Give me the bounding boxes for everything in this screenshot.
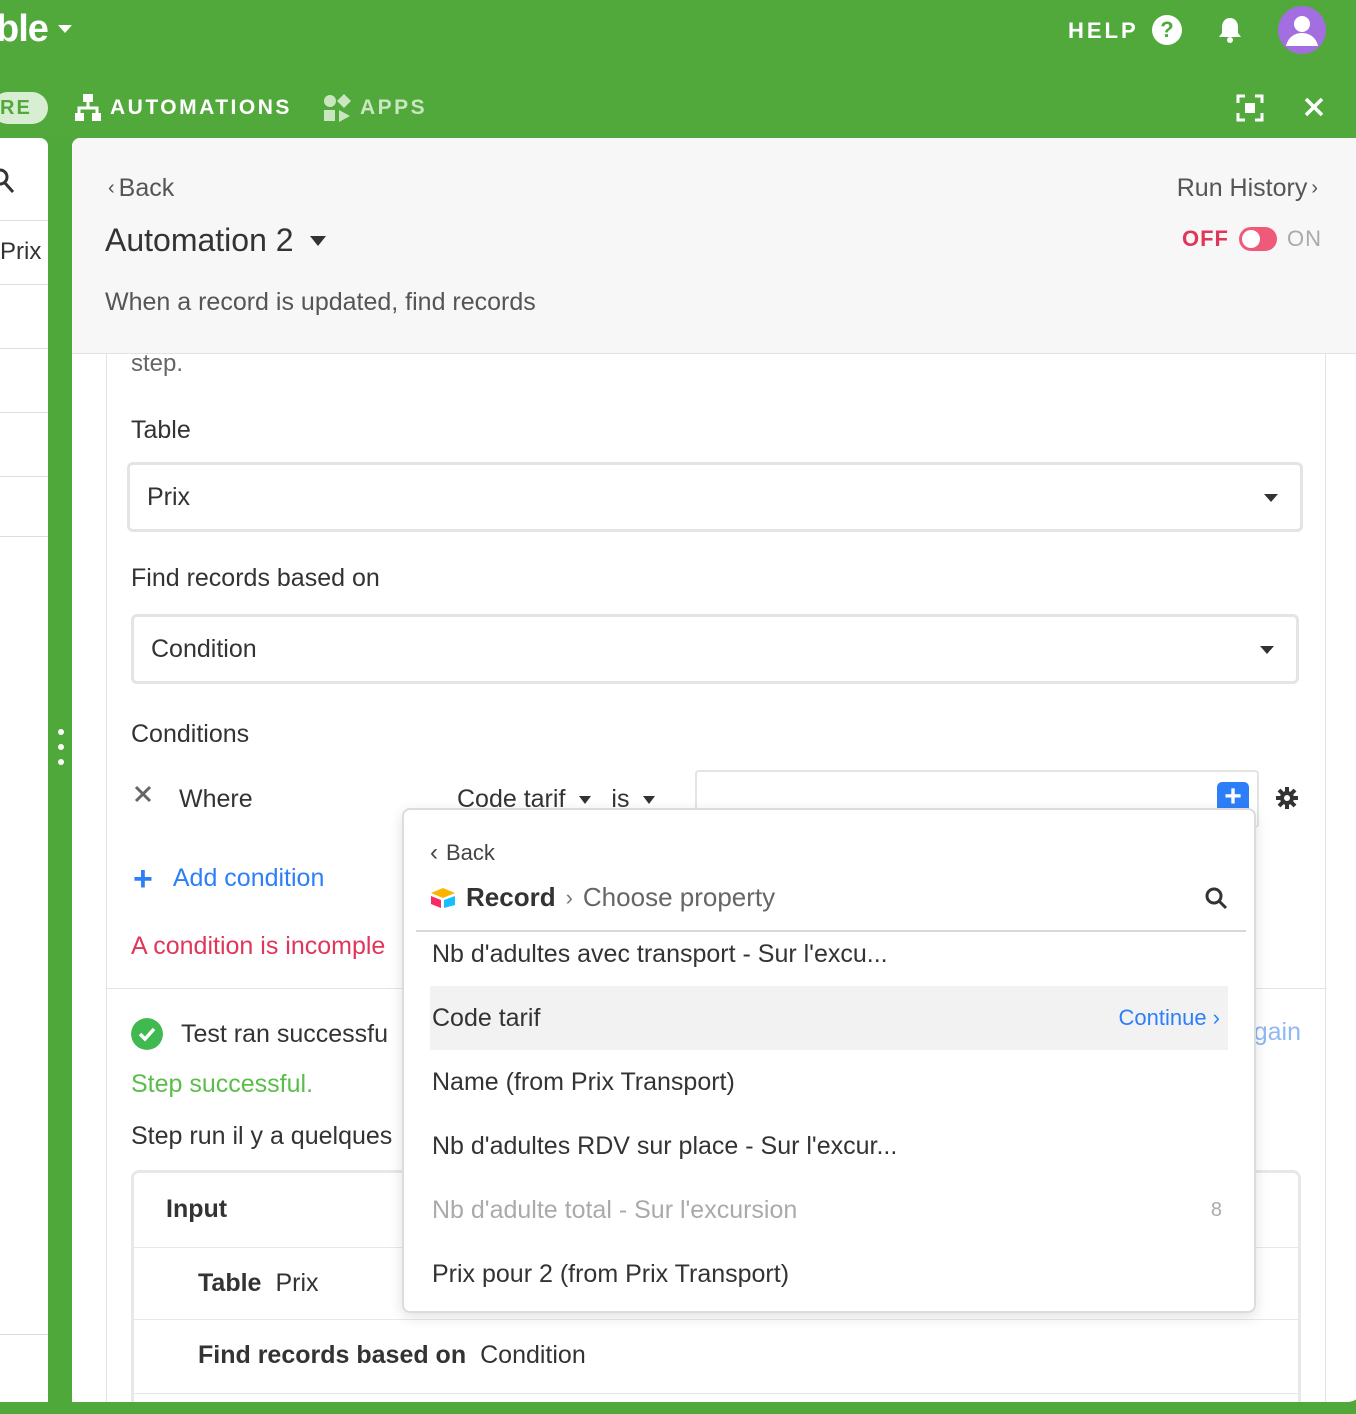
test-status-label: Test ran successfu [181,1019,389,1048]
chevron-left-icon: ‹ [108,177,115,199]
input-row-key: Table [198,1269,262,1297]
input-row-table: Table Prix [198,1269,319,1298]
condition-where-label: Where [179,785,253,813]
input-row-value: Condition [480,1341,586,1369]
top-bar: ble HELP ? RE AUTOMATIONS APPS [0,0,1356,138]
continue-button[interactable]: Continue › [1118,986,1220,1050]
property-option-label: Name (from Prix Transport) [432,1068,735,1096]
property-option-label: Code tarif [432,1004,541,1032]
resize-handle[interactable] [58,728,64,768]
back-label: Back [118,174,175,202]
incomplete-condition-error: A condition is incomple [131,932,386,960]
property-option-label: Nb d'adultes avec transport - Sur l'excu… [432,940,888,968]
chevron-down-icon [1260,646,1274,654]
automation-subtitle: When a record is updated, find records [105,288,536,316]
property-option-value: 8 [1210,1199,1222,1221]
step-description: step. [131,350,184,377]
popover-back-button[interactable]: ‹ Back [430,840,495,866]
search-icon[interactable] [0,168,16,194]
input-row-key: Find records based on [198,1341,467,1369]
table-label: Table [131,416,191,444]
add-condition-button[interactable]: + Add condition [133,859,325,898]
property-option[interactable]: Nb d'adultes avec transport - Sur l'excu… [430,922,1228,986]
breadcrumb-separator: › [565,884,573,910]
chevron-down-icon [643,795,656,804]
apps-icon [324,94,351,122]
check-circle-icon [131,1018,163,1050]
table-select-value: Prix [147,483,191,511]
run-history-button[interactable]: Run History › [1177,174,1318,203]
automation-toggle[interactable]: OFF ON [1182,226,1322,252]
left-panel: Prix [0,138,48,1402]
automation-title-label: Automation 2 [105,222,294,258]
breadcrumb-record: Record [466,882,556,912]
bell-icon[interactable] [1214,14,1246,46]
property-option-label: Prix pour 2 (from Prix Transport) [432,1260,790,1288]
input-row-find: Find records based on Condition [198,1341,586,1370]
back-button[interactable]: ‹ Back [108,174,174,203]
property-option-label: Nb d'adultes RDV sur place - Sur l'excur… [432,1132,898,1160]
popover-back-label: Back [446,840,495,865]
user-avatar-icon[interactable] [1278,6,1326,54]
find-records-value: Condition [151,635,257,663]
chevron-down-icon [579,795,592,804]
property-option[interactable]: Prix pour 2 (from Prix Transport) [430,1242,1228,1306]
find-records-select[interactable]: Condition [131,614,1299,684]
breadcrumb-choose-property: Choose property [582,882,776,912]
remove-condition-icon[interactable] [133,784,153,804]
nav-tab-automations-label: AUTOMATIONS [110,96,292,119]
base-menu-chevron-icon[interactable] [58,25,72,33]
toggle-switch[interactable] [1239,227,1277,251]
property-option[interactable]: Name (from Prix Transport) [430,1050,1228,1114]
step-run-time: Step run il y a quelques [131,1122,393,1150]
expand-icon[interactable] [1236,94,1264,122]
input-row-value: Prix [275,1269,319,1297]
step-success-label: Step successful. [131,1070,314,1098]
nav-tab-apps-label: APPS [360,96,428,119]
popover-breadcrumb: Record › Choose property [430,882,775,913]
property-option-disabled: Nb d'adulte total - Sur l'excursion 8 [430,1178,1228,1242]
base-name[interactable]: ble [0,8,49,51]
find-records-label: Find records based on [131,564,380,592]
left-panel-table-label[interactable]: Prix [0,238,41,266]
record-icon [431,887,455,908]
chevron-down-icon [309,235,326,246]
toggle-off-label: OFF [1182,226,1229,251]
automation-title[interactable]: Automation 2 [105,222,326,259]
property-option-label: Nb d'adulte total - Sur l'excursion [432,1196,798,1224]
toggle-on-label: ON [1287,226,1322,251]
run-history-label: Run History [1176,174,1308,202]
gear-icon[interactable] [1275,786,1299,810]
close-icon[interactable] [1302,95,1326,119]
chevron-right-icon: › [1311,177,1318,199]
search-icon[interactable] [1204,886,1228,910]
plus-icon: + [133,859,153,898]
chevron-down-icon [1264,494,1278,502]
property-option[interactable]: Nb d'adultes RDV sur place - Sur l'excur… [430,1114,1228,1178]
input-heading: Input [166,1195,228,1223]
conditions-label: Conditions [131,720,250,748]
chevron-left-icon: ‹ [430,839,438,866]
add-condition-label: Add condition [172,864,325,892]
nav-tab-automations[interactable]: AUTOMATIONS [74,92,292,124]
property-picker-popover: ‹ Back Record › Choose property Nb d'adu… [402,808,1256,1313]
test-status: Test ran successfu [131,1018,388,1050]
nav-tab-apps[interactable]: APPS [322,92,427,124]
table-select[interactable]: Prix [127,462,1303,532]
test-again-button[interactable]: gain [1254,1018,1301,1047]
question-circle-icon[interactable]: ? [1152,15,1182,45]
nav-tab-partial[interactable]: RE [0,92,48,124]
property-option-selected[interactable]: Code tarif Continue › [430,986,1228,1050]
help-button[interactable]: HELP [1068,18,1139,44]
automations-icon [75,94,101,121]
automation-header: ‹ Back Run History › Automation 2 OFF ON… [72,138,1356,354]
